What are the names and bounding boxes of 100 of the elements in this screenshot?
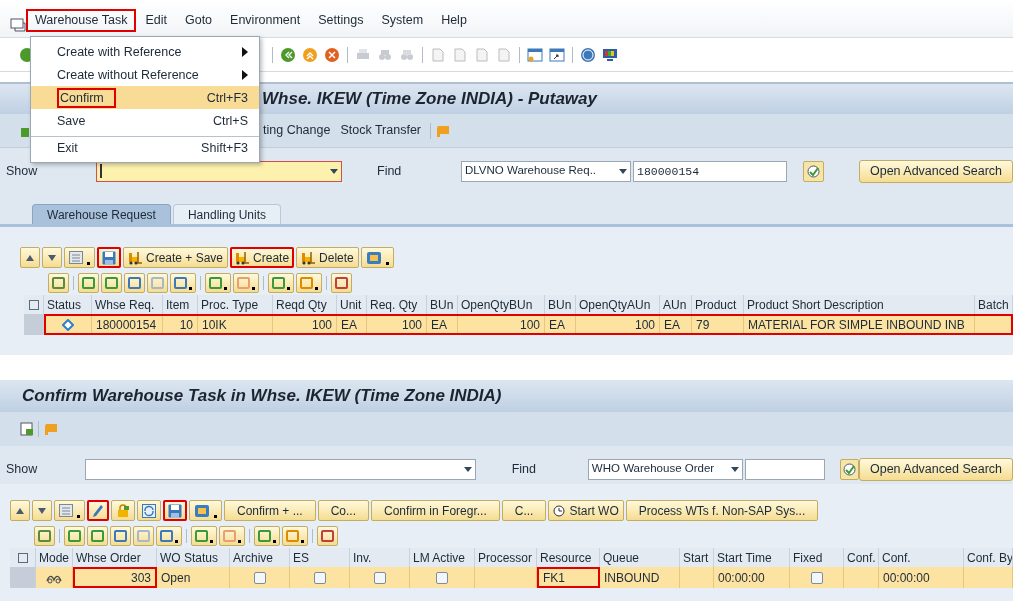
toolbar-button[interactable] <box>64 247 95 268</box>
column-header[interactable]: Processor <box>475 548 537 567</box>
toolbar-button[interactable] <box>20 247 40 268</box>
show-dropdown[interactable] <box>85 458 476 480</box>
refresh-icon <box>142 503 156 518</box>
toolbar-button[interactable]: C... <box>501 500 547 521</box>
search-field[interactable] <box>744 458 825 480</box>
toolbar-button[interactable] <box>111 500 135 521</box>
column-header[interactable]: Product <box>692 295 744 314</box>
column-header[interactable]: WO Status <box>157 548 230 567</box>
toolbar-button[interactable]: Co... <box>317 500 370 521</box>
column-header[interactable]: Mode <box>36 548 73 567</box>
table-cell: 100 <box>576 314 660 335</box>
column-header[interactable]: Product Short Description <box>744 295 975 314</box>
search-field[interactable]: 180000154 <box>633 160 787 182</box>
column-header[interactable]: Item <box>163 295 198 314</box>
toolbar-button[interactable] <box>42 247 62 268</box>
column-header[interactable]: Whse Req. <box>92 295 163 314</box>
toolbar-button[interactable]: Confirm + ... <box>224 500 316 521</box>
new-session-icon[interactable] <box>527 46 543 63</box>
menu-item[interactable]: Goto <box>175 9 222 32</box>
select-all-icon[interactable] <box>10 548 36 567</box>
cancel-icon[interactable] <box>324 46 340 63</box>
toolbar-button[interactable]: Create <box>230 247 295 268</box>
column-header[interactable]: Proc. Type <box>198 295 273 314</box>
column-header[interactable]: Req. Qty <box>367 295 427 314</box>
checkbox[interactable] <box>810 571 823 584</box>
toolbar-button[interactable] <box>87 500 109 521</box>
toolbar-button[interactable]: Create + Save <box>123 247 229 268</box>
back-icon[interactable] <box>280 46 296 63</box>
field-label: Show <box>5 162 39 180</box>
advanced-search-button[interactable]: Open Advanced Search <box>858 159 1013 183</box>
column-header[interactable]: Start <box>680 548 714 567</box>
menu-entry[interactable]: Exit Shift+F3 <box>31 136 259 159</box>
column-header[interactable]: Resource <box>537 548 600 567</box>
column-header[interactable]: LM Active <box>410 548 475 567</box>
table-cell <box>975 314 1013 335</box>
toolbar-button[interactable] <box>54 500 85 521</box>
find-dropdown[interactable]: DLVNO Warehouse Req.. <box>461 160 631 182</box>
column-header[interactable]: Batch <box>975 295 1013 314</box>
menu-entry[interactable]: Create with Reference <box>31 40 259 63</box>
execute-button[interactable] <box>839 458 859 480</box>
column-header[interactable]: OpenQtyBUn <box>458 295 545 314</box>
monitor-icon[interactable] <box>602 46 618 63</box>
column-header[interactable]: Conf. <box>844 548 879 567</box>
execute-button[interactable] <box>803 160 824 182</box>
menu-item[interactable]: Warehouse Task <box>26 9 137 32</box>
dropdown-caret-icon <box>330 168 338 174</box>
column-header[interactable]: Fixed <box>790 548 844 567</box>
toolbar-button[interactable] <box>189 500 222 521</box>
column-header[interactable]: Unit <box>337 295 367 314</box>
checkbox[interactable] <box>253 571 266 584</box>
column-header[interactable]: Conf. <box>879 548 964 567</box>
select-all-icon[interactable] <box>24 295 44 314</box>
toolbar-button[interactable]: Process WTs f. Non-SAP Sys... <box>625 500 819 521</box>
clock-icon <box>553 504 566 517</box>
toolbar-button[interactable] <box>137 500 161 521</box>
column-header[interactable]: Status <box>44 295 92 314</box>
column-header[interactable]: BUn <box>545 295 576 314</box>
column-header[interactable]: Whse Order <box>73 548 157 567</box>
column-header[interactable]: AUn <box>660 295 692 314</box>
toolbar-button[interactable] <box>360 247 394 268</box>
column-header[interactable]: ES <box>290 548 350 567</box>
checkbox[interactable] <box>436 571 448 584</box>
toolbar-button[interactable]: Stock Transfer <box>335 121 426 140</box>
menu-entry[interactable]: Confirm Ctrl+F3 <box>31 86 259 109</box>
layout-icon <box>69 251 83 264</box>
toolbar-button[interactable]: Delete <box>296 247 359 268</box>
toolbar-button[interactable]: Confirm in Foregr... <box>371 500 500 521</box>
tab[interactable]: Warehouse Request <box>32 204 171 224</box>
column-header[interactable]: BUn <box>427 295 458 314</box>
menu-item[interactable]: Environment <box>221 9 310 32</box>
column-header[interactable]: Inv. <box>350 548 410 567</box>
toolbar-button[interactable] <box>32 500 52 521</box>
column-header[interactable]: OpenQtyAUn <box>576 295 660 314</box>
menu-item[interactable]: System <box>372 9 433 32</box>
window-menu-icon[interactable] <box>10 18 26 32</box>
up-icon[interactable] <box>302 46 318 63</box>
menu-item[interactable]: Settings <box>309 9 373 32</box>
column-header[interactable]: Reqd Qty <box>273 295 337 314</box>
find-dropdown[interactable]: WHO Warehouse Order <box>587 458 743 480</box>
toolbar-button[interactable]: Start WO <box>548 500 624 521</box>
column-header[interactable]: Start Time <box>714 548 790 567</box>
field-label: Find <box>511 460 538 478</box>
forklift-icon <box>235 250 250 265</box>
checkbox[interactable] <box>373 571 386 584</box>
column-header[interactable]: Archive <box>230 548 290 567</box>
advanced-search-button[interactable]: Open Advanced Search <box>858 457 1013 481</box>
menu-item[interactable]: Help <box>432 9 476 32</box>
diamond-icon <box>61 318 74 331</box>
table-row[interactable]: 180000154 10 10IK 100 EA 100 EA 100 EA 100 EA 79 MATERIAL FOR SIMPLE INBOUND INB <box>44 314 1013 335</box>
tab[interactable]: Handling Units <box>172 204 281 224</box>
toolbar-button[interactable] <box>97 247 121 268</box>
checkbox[interactable] <box>313 571 326 584</box>
toolbar-button[interactable] <box>10 500 30 521</box>
toolbar-button[interactable] <box>163 500 187 521</box>
shortcut-icon[interactable] <box>549 46 565 63</box>
menu-item[interactable]: Edit <box>136 9 176 32</box>
column-header[interactable]: Queue <box>600 548 680 567</box>
toolbar-button[interactable]: ting Change <box>258 121 336 140</box>
